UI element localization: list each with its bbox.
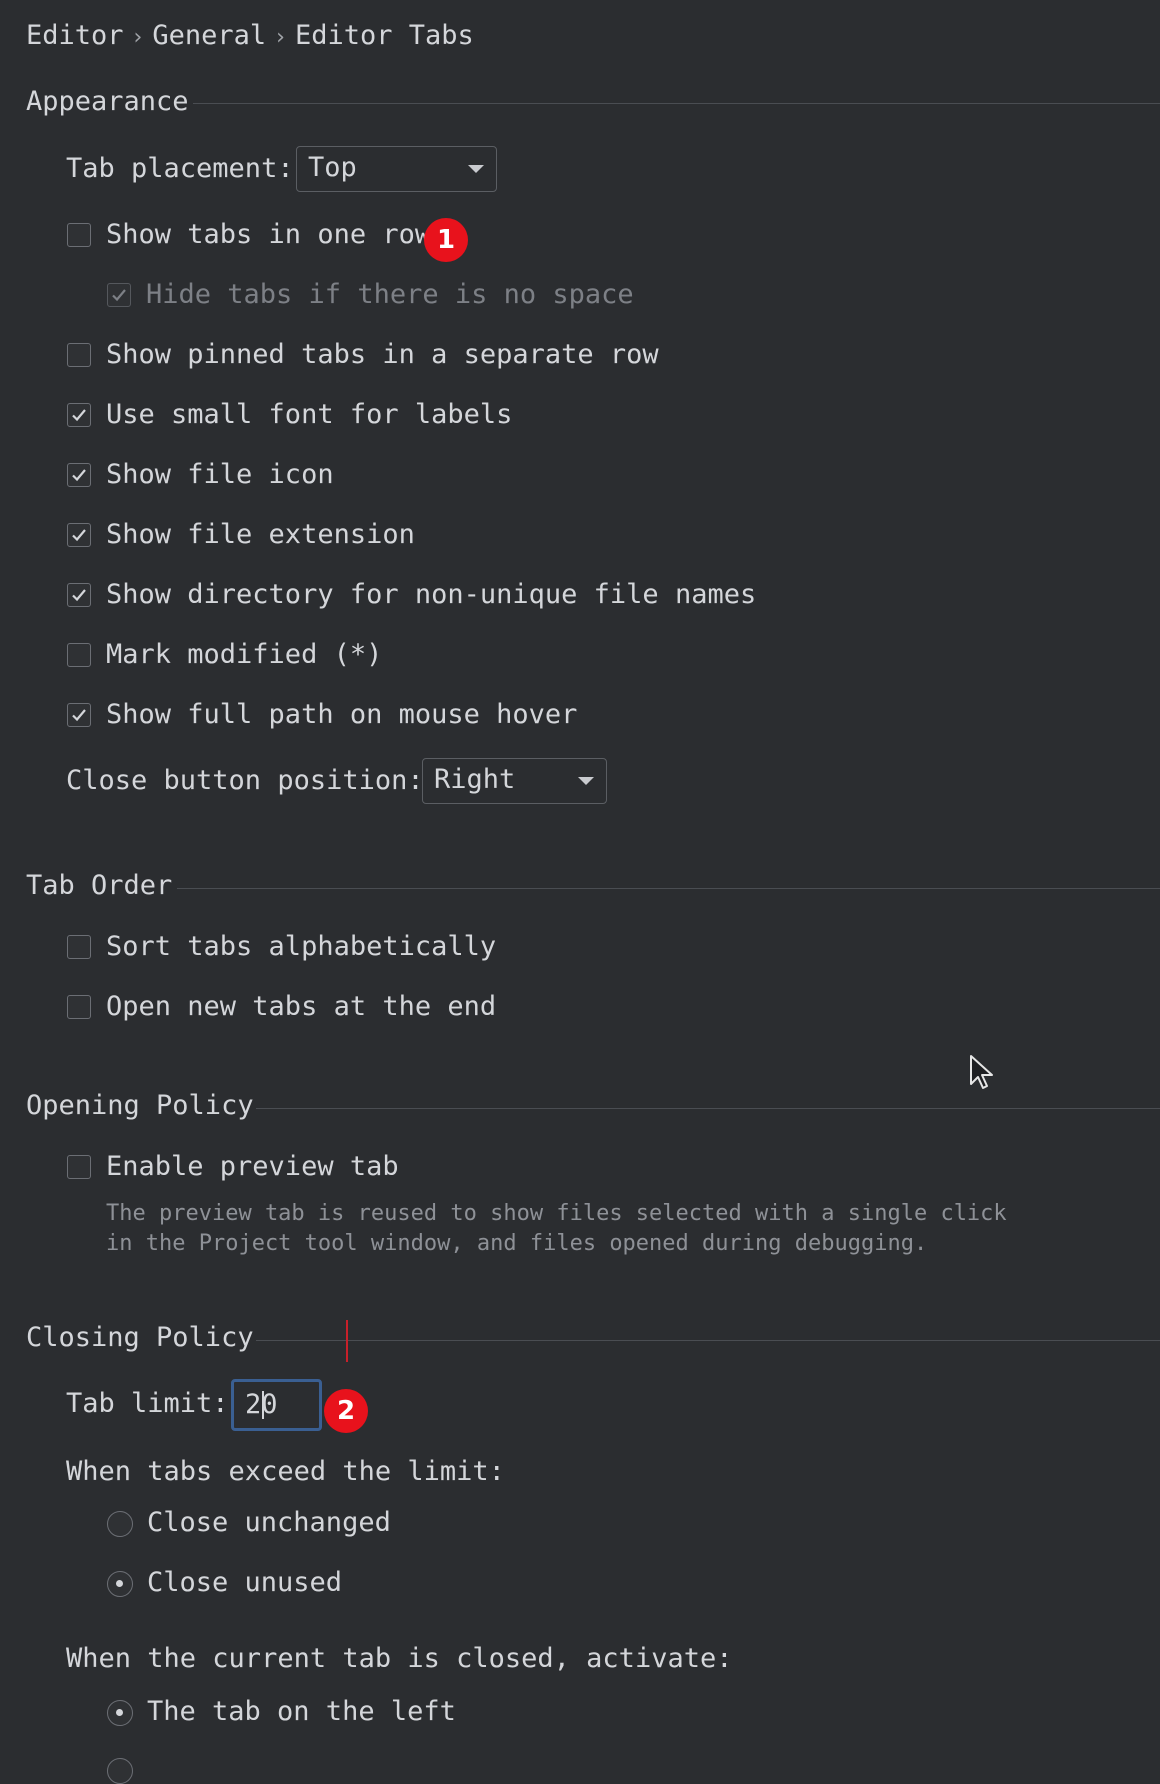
close-unused-radio[interactable] [107, 1571, 133, 1597]
hide-tabs-if-no-space-label: Hide tabs if there is no space [146, 279, 634, 310]
checkmark-icon [72, 409, 86, 422]
close-unused-label[interactable]: Close unused [147, 1565, 342, 1601]
section-divider [177, 888, 1160, 889]
tab-placement-label: Tab placement: [66, 153, 294, 184]
show-file-icon-checkbox[interactable] [67, 463, 91, 487]
tab-order-section-title: Tab Order [26, 870, 173, 901]
close-button-position-value: Right [434, 764, 516, 795]
enable-preview-tab-label[interactable]: Enable preview tab [106, 1149, 399, 1185]
section-divider [193, 103, 1160, 104]
show-file-icon-label[interactable]: Show file icon [106, 457, 334, 493]
use-small-font-checkbox[interactable] [67, 403, 91, 427]
show-tabs-in-one-row-checkbox[interactable] [67, 223, 91, 247]
show-pinned-tabs-separate-row-label[interactable]: Show pinned tabs in a separate row [106, 337, 659, 373]
chevron-down-icon [468, 165, 484, 173]
tab-placement-value: Top [308, 152, 357, 183]
breadcrumb-separator-icon: › [276, 25, 285, 50]
mouse-cursor-icon [970, 1055, 993, 1089]
section-divider [256, 1340, 1160, 1341]
next-activate-option-radio[interactable] [107, 1758, 133, 1784]
show-full-path-hover-label[interactable]: Show full path on mouse hover [106, 697, 577, 733]
show-tabs-in-one-row-label[interactable]: Show tabs in one row [106, 217, 431, 253]
tab-on-left-radio[interactable] [107, 1700, 133, 1726]
tab-on-left-label[interactable]: The tab on the left [147, 1694, 456, 1730]
when-tabs-exceed-label: When tabs exceed the limit: [66, 1456, 505, 1487]
annotation-badge-2: 2 [324, 1389, 368, 1433]
preview-tab-help-line-1: The preview tab is reused to show files … [106, 1201, 1007, 1226]
show-pinned-tabs-separate-row-checkbox[interactable] [67, 343, 91, 367]
show-directory-non-unique-checkbox[interactable] [67, 583, 91, 607]
checkmark-icon [72, 709, 86, 722]
open-new-tabs-at-end-label[interactable]: Open new tabs at the end [106, 989, 496, 1025]
open-new-tabs-at-end-checkbox[interactable] [67, 995, 91, 1019]
section-divider [256, 1108, 1160, 1109]
appearance-section-title: Appearance [26, 86, 189, 117]
sort-tabs-alphabetically-checkbox[interactable] [67, 935, 91, 959]
enable-preview-tab-checkbox[interactable] [67, 1155, 91, 1179]
hide-tabs-if-no-space-checkbox[interactable] [107, 283, 131, 307]
close-unchanged-label[interactable]: Close unchanged [147, 1505, 391, 1541]
mark-modified-checkbox[interactable] [67, 643, 91, 667]
sort-tabs-alphabetically-label[interactable]: Sort tabs alphabetically [106, 929, 496, 965]
preview-tab-help-line-2: in the Project tool window, and files op… [106, 1231, 928, 1256]
mark-modified-label[interactable]: Mark modified (*) [106, 637, 382, 673]
breadcrumb-item-general[interactable]: General [152, 20, 266, 51]
annotation-badge-1: 1 [424, 218, 468, 262]
show-directory-non-unique-label[interactable]: Show directory for non-unique file names [106, 577, 756, 613]
breadcrumb: Editor › General › Editor Tabs [26, 18, 474, 54]
tab-placement-dropdown[interactable]: Top [296, 146, 497, 192]
show-file-extension-checkbox[interactable] [67, 523, 91, 547]
opening-policy-section-title: Opening Policy [26, 1090, 254, 1121]
close-button-position-dropdown[interactable]: Right [422, 758, 607, 804]
chevron-down-icon [578, 777, 594, 785]
breadcrumb-item-editor[interactable]: Editor [26, 20, 124, 51]
closing-policy-section-title: Closing Policy [26, 1322, 254, 1353]
when-current-tab-closed-label: When the current tab is closed, activate… [66, 1643, 733, 1674]
checkmark-icon [112, 289, 126, 302]
radio-selected-dot-icon [116, 1580, 123, 1587]
close-unchanged-radio[interactable] [107, 1511, 133, 1537]
tab-limit-label: Tab limit: [66, 1388, 229, 1419]
close-button-position-label: Close button position: [66, 765, 424, 796]
checkmark-icon [72, 589, 86, 602]
red-marker-line [346, 1320, 348, 1362]
breadcrumb-item-editor-tabs: Editor Tabs [294, 20, 474, 51]
breadcrumb-separator-icon: › [133, 25, 143, 50]
checkmark-icon [72, 529, 86, 542]
show-full-path-hover-checkbox[interactable] [67, 703, 91, 727]
text-caret [262, 1391, 264, 1419]
use-small-font-label[interactable]: Use small font for labels [106, 397, 512, 433]
radio-selected-dot-icon [116, 1709, 123, 1716]
show-file-extension-label[interactable]: Show file extension [106, 517, 415, 553]
tab-limit-input[interactable]: 20 [231, 1379, 322, 1431]
checkmark-icon [72, 469, 86, 482]
